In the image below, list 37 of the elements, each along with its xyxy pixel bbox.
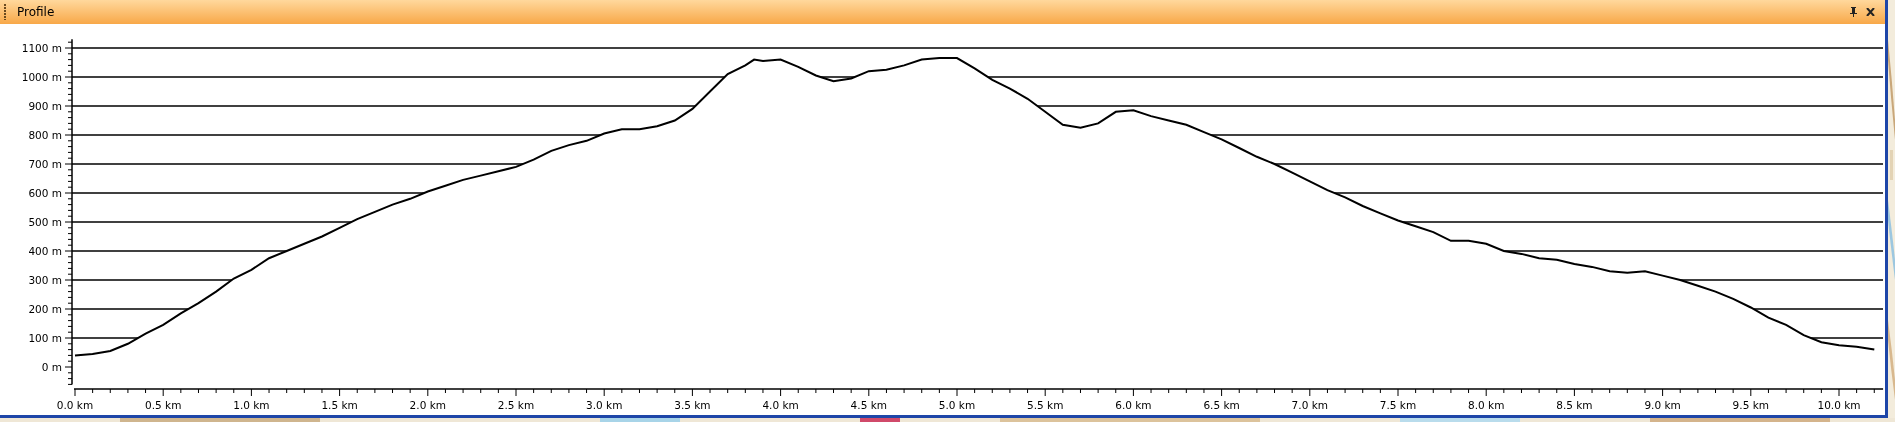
y-axis-label: 900 m — [28, 100, 62, 112]
x-axis-label: 10.0 km — [1817, 399, 1861, 411]
x-axis-label: 2.0 km — [409, 399, 446, 411]
x-axis-label: 1.0 km — [233, 399, 270, 411]
x-axis-label: 9.5 km — [1732, 399, 1769, 411]
x-axis-label: 8.0 km — [1468, 399, 1505, 411]
x-axis-label: 7.5 km — [1379, 399, 1417, 411]
x-axis-label: 5.5 km — [1027, 399, 1064, 411]
x-axis-label: 1.5 km — [321, 399, 358, 411]
y-axis-label: 300 m — [28, 274, 62, 286]
grip-icon[interactable] — [4, 4, 7, 20]
y-axis-label: 0 m — [41, 361, 62, 373]
y-axis-label: 1100 m — [21, 42, 62, 54]
x-axis-label: 4.0 km — [762, 399, 799, 411]
y-axis-label: 500 m — [28, 216, 62, 228]
y-axis-label: 100 m — [28, 332, 62, 344]
x-axis-label: 6.5 km — [1203, 399, 1240, 411]
y-axis-label: 700 m — [28, 158, 62, 170]
x-axis-label: 4.5 km — [850, 399, 887, 411]
pin-icon[interactable] — [1849, 7, 1858, 17]
y-axis-label: 400 m — [28, 245, 62, 257]
close-icon[interactable] — [1866, 8, 1875, 16]
x-axis-label: 3.0 km — [586, 399, 623, 411]
y-axis-label: 800 m — [28, 129, 62, 141]
x-axis-label: 0.5 km — [145, 399, 182, 411]
x-axis-label: 0.0 km — [56, 399, 94, 411]
y-axis-label: 600 m — [28, 187, 62, 199]
x-axis-label: 3.5 km — [674, 399, 711, 411]
x-axis-label: 6.0 km — [1115, 399, 1152, 411]
x-axis-label: 7.0 km — [1291, 399, 1328, 411]
x-axis-label: 9.0 km — [1644, 399, 1681, 411]
x-axis-label: 5.0 km — [938, 399, 976, 411]
y-axis-label: 1000 m — [21, 71, 62, 83]
x-axis-label: 2.5 km — [497, 399, 535, 411]
y-axis-label: 200 m — [28, 303, 62, 315]
x-axis-label: 8.5 km — [1556, 399, 1593, 411]
panel-title: Profile — [17, 5, 55, 19]
